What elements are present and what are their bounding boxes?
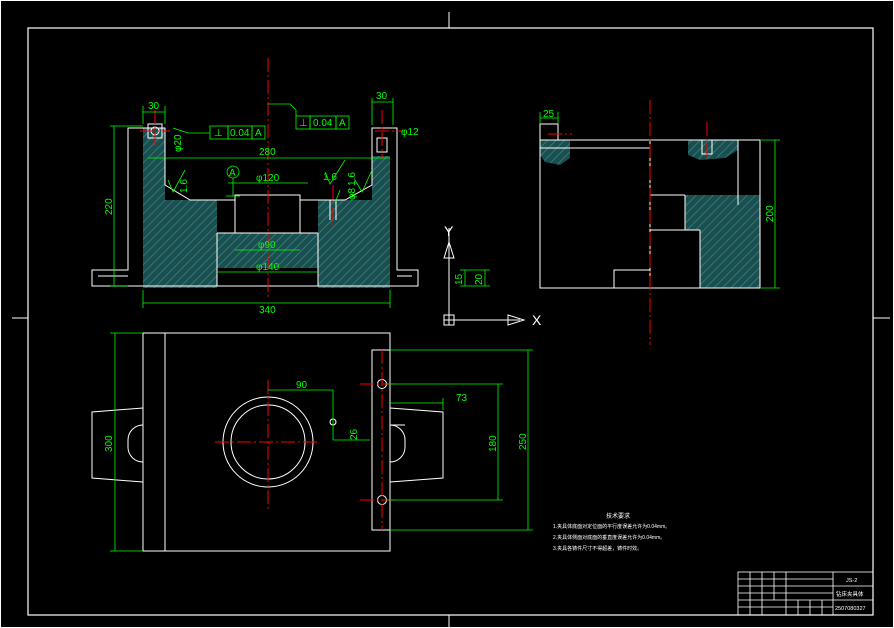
tolerance-left-datum: A xyxy=(255,128,262,139)
dim-height: 220 xyxy=(104,198,115,215)
front-view: 30 30 φ20 φ12 280 φ120 φ90 φ140 340 220 … xyxy=(91,58,490,316)
top-dim-90: 90 xyxy=(296,380,308,391)
drawing-number: 2507080327 xyxy=(835,606,866,612)
technical-notes: 技术要求 1.夹具体底面对定位面的平行度误差允许为0.04mm。 2.夹具体侧面… xyxy=(553,512,670,552)
cad-drawing: 30 30 φ20 φ12 280 φ120 φ90 φ140 340 220 … xyxy=(0,0,894,628)
dim-pin-dia: φ8 xyxy=(347,188,358,200)
dim-base-bottom-dia: φ140 xyxy=(256,262,280,273)
notes-title: 技术要求 xyxy=(606,512,630,520)
dim-base-height-15: 15 xyxy=(454,273,465,285)
dim-right-hole-dia: φ12 xyxy=(401,127,419,138)
axis-y-label: Y xyxy=(444,223,454,239)
tolerance-right-symbol: ⊥ xyxy=(299,118,308,129)
axis-x-label: X xyxy=(532,312,542,328)
title-block: JS-2 钻床夹具体 2507080327 xyxy=(737,571,874,616)
side-dim-height: 200 xyxy=(765,205,776,222)
top-view: 90 73 26 300 180 250 xyxy=(91,332,533,552)
roughness-right: 1.6 xyxy=(347,172,358,186)
part-name: 钻床夹具体 xyxy=(836,590,864,598)
notes-line-2: 2.夹具体侧面对底面的垂直度误差允许为0.04mm。 xyxy=(553,534,665,541)
tolerance-left-value: 0.04 xyxy=(230,128,250,139)
dim-inner-width: 280 xyxy=(259,147,276,158)
tolerance-right-datum: A xyxy=(339,118,346,129)
dim-base-inner-dia: φ90 xyxy=(258,240,276,251)
top-dim-26: 26 xyxy=(349,428,360,440)
sheet-border xyxy=(0,0,894,628)
dim-top-left-width: 30 xyxy=(148,101,160,112)
dim-overall-width: 340 xyxy=(259,305,276,316)
roughness-mid: 1.6 xyxy=(323,172,337,183)
dim-base-height-20: 20 xyxy=(474,273,485,285)
side-view: 25 200 xyxy=(539,100,780,345)
side-dim-top-width: 25 xyxy=(543,109,555,120)
part-code: JS-2 xyxy=(846,578,857,584)
roughness-left: 1.6 xyxy=(179,179,190,193)
dim-top-right-width: 30 xyxy=(376,91,388,102)
top-dim-250: 250 xyxy=(518,433,529,450)
top-dim-300: 300 xyxy=(104,435,115,452)
tolerance-left-symbol: ⊥ xyxy=(214,128,223,139)
dim-bore-dia: φ120 xyxy=(256,173,280,184)
top-dim-180: 180 xyxy=(488,435,499,452)
notes-line-1: 1.夹具体底面对定位面的平行度误差允许为0.04mm。 xyxy=(553,523,670,530)
tolerance-right-value: 0.04 xyxy=(313,118,333,129)
notes-line-3: 3.夹具各铸件尺寸不得超差，铸件时效。 xyxy=(553,545,642,552)
dim-left-hole-dia: φ20 xyxy=(173,134,184,152)
datum-label: A xyxy=(229,168,236,179)
top-dim-73: 73 xyxy=(456,393,468,404)
